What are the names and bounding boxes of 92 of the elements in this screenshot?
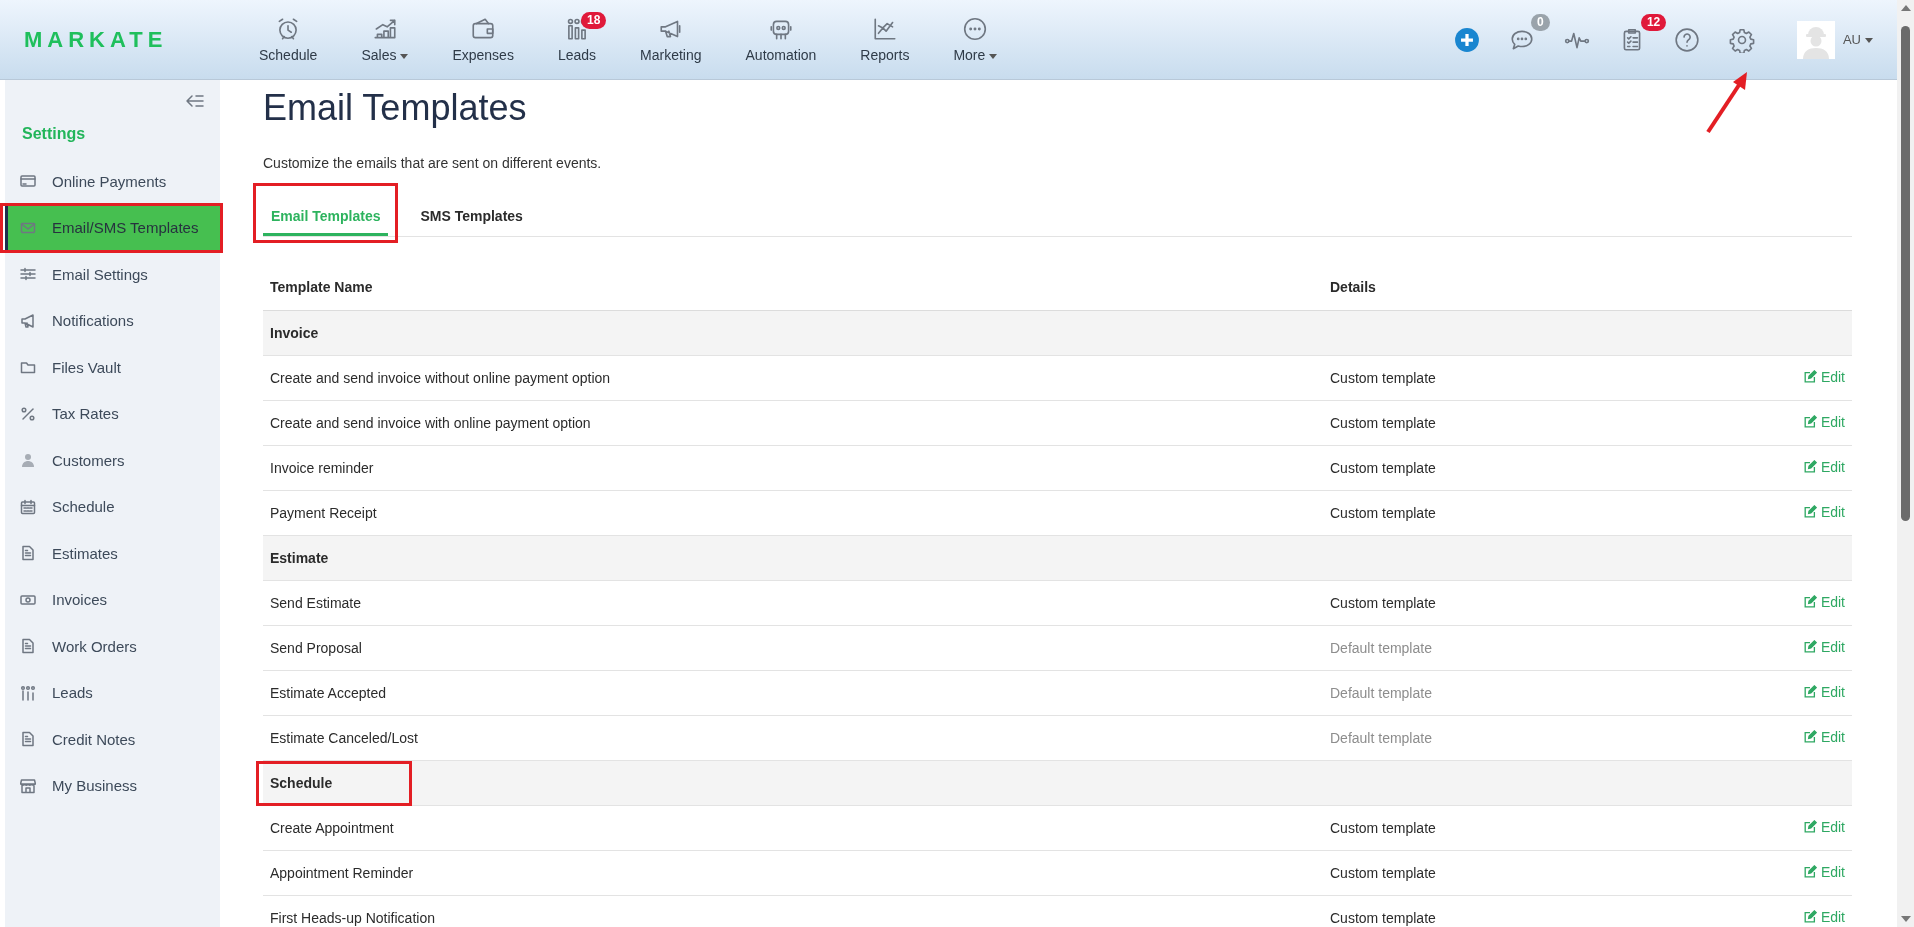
table-cell: Custom template: [1323, 895, 1684, 927]
nav-item[interactable]: Reports: [838, 0, 932, 80]
table-cell: Create and send invoice with online payment option: [263, 400, 1323, 445]
document-icon: [20, 638, 36, 655]
table-cell: Estimate Accepted: [263, 670, 1323, 715]
edit-icon: [1802, 909, 1817, 924]
table-cell: Custom template: [1323, 805, 1684, 850]
user-menu[interactable]: AU: [1796, 20, 1873, 59]
sidebar-item[interactable]: Online Payments: [5, 158, 220, 205]
edit-icon: [1802, 639, 1817, 654]
table-cell: Default template: [1323, 670, 1684, 715]
table-cell: Send Estimate: [263, 580, 1323, 625]
nav-item[interactable]: Schedule: [237, 0, 340, 80]
more-icon: [962, 16, 989, 42]
toolbar-button[interactable]: [1672, 25, 1701, 54]
sidebar-item[interactable]: Credit Notes: [5, 716, 220, 763]
nav-item[interactable]: More: [931, 0, 1020, 80]
table-cell: Custom template: [1323, 400, 1684, 445]
sidebar-item[interactable]: Work Orders: [5, 623, 220, 670]
table-cell: Default template: [1323, 625, 1684, 670]
document-icon: [20, 731, 36, 748]
person-icon: [20, 452, 36, 469]
scrollbar-thumb[interactable]: [1901, 26, 1910, 521]
table-cell: Create and send invoice without online payment option: [263, 355, 1323, 400]
group-heading: Estimate: [270, 549, 329, 566]
calendar-icon: [20, 498, 36, 515]
table-cell: Invoice reminder: [263, 445, 1323, 490]
toolbar-button[interactable]: [1452, 25, 1481, 54]
document-icon: [20, 545, 36, 562]
table-cell: Payment Receipt: [263, 490, 1323, 535]
edit-icon: [1802, 819, 1817, 834]
sidebar-item[interactable]: Customers: [5, 437, 220, 484]
table-cell: First Heads-up Notification: [263, 895, 1323, 927]
sidebar-item[interactable]: Tax Rates: [5, 390, 220, 437]
edit-icon: [1802, 504, 1817, 519]
nav-item[interactable]: Automation: [723, 0, 839, 80]
scrollbar[interactable]: [1897, 0, 1914, 927]
column-header: Details: [1323, 265, 1684, 310]
nav-item[interactable]: Marketing: [618, 0, 724, 80]
edit-icon: [1802, 459, 1817, 474]
help-icon: [1673, 26, 1700, 53]
sidebar-item[interactable]: My Business: [5, 762, 220, 809]
line-chart-icon: [871, 16, 898, 42]
table-cell: Custom template: [1323, 850, 1684, 895]
megaphone-icon: [20, 312, 36, 329]
tab[interactable]: SMS Templates: [412, 195, 531, 236]
table-cell: Custom template: [1323, 490, 1684, 535]
nav-item[interactable]: Leads 18: [535, 0, 619, 80]
edit-icon: [1802, 864, 1817, 879]
sidebar-item[interactable]: Estimates: [5, 530, 220, 577]
table-cell: Custom template: [1323, 445, 1684, 490]
scroll-up-icon[interactable]: [1900, 4, 1911, 12]
sidebar-item[interactable]: Notifications: [5, 297, 220, 344]
card-icon: [20, 173, 36, 190]
sidebar-item[interactable]: Schedule: [5, 483, 220, 530]
avatar-icon: [1796, 20, 1835, 59]
nav-item[interactable]: Expenses: [430, 0, 536, 80]
collapse-icon[interactable]: [185, 92, 205, 110]
sidebar-heading: Settings: [21, 124, 87, 144]
folder-icon: [20, 359, 36, 376]
edit-icon: [1802, 684, 1817, 699]
sidebar-item[interactable]: Email Settings: [5, 251, 220, 298]
percent-icon: [20, 405, 36, 422]
edit-icon: [1802, 729, 1817, 744]
edit-icon: [1802, 414, 1817, 429]
page-description: Customize the emails that are sent on different events.: [263, 154, 603, 172]
table-cell: Custom template: [1323, 355, 1684, 400]
sidebar-item[interactable]: Leads: [5, 669, 220, 716]
sidebar-item[interactable]: Files Vault: [5, 344, 220, 391]
table-cell: Create Appointment: [263, 805, 1323, 850]
people-bars-icon: [20, 684, 36, 701]
edit-icon: [1802, 594, 1817, 609]
count-badge: 12: [1640, 13, 1667, 31]
table-cell: Estimate Canceled/Lost: [263, 715, 1323, 760]
group-heading: Invoice: [270, 324, 319, 341]
table-cell: Default template: [1323, 715, 1684, 760]
edit-icon: [1802, 369, 1817, 384]
table-cell: Appointment Reminder: [263, 850, 1323, 895]
sliders-icon: [20, 266, 36, 283]
count-badge: 0: [1530, 13, 1550, 31]
storefront-icon: [20, 777, 36, 794]
column-header: Template Name: [263, 265, 1323, 310]
table-cell: Custom template: [1323, 580, 1684, 625]
page-title: Email Templates: [263, 86, 528, 130]
sidebar-item[interactable]: Invoices: [5, 576, 220, 623]
group-heading: Schedule: [270, 774, 333, 791]
count-badge: 18: [581, 11, 607, 29]
nav-item[interactable]: Sales: [339, 0, 431, 80]
settings-icon: [1728, 26, 1755, 53]
add-icon: [1453, 26, 1480, 53]
scroll-down-icon[interactable]: [1900, 915, 1911, 923]
table-cell: Send Proposal: [263, 625, 1323, 670]
